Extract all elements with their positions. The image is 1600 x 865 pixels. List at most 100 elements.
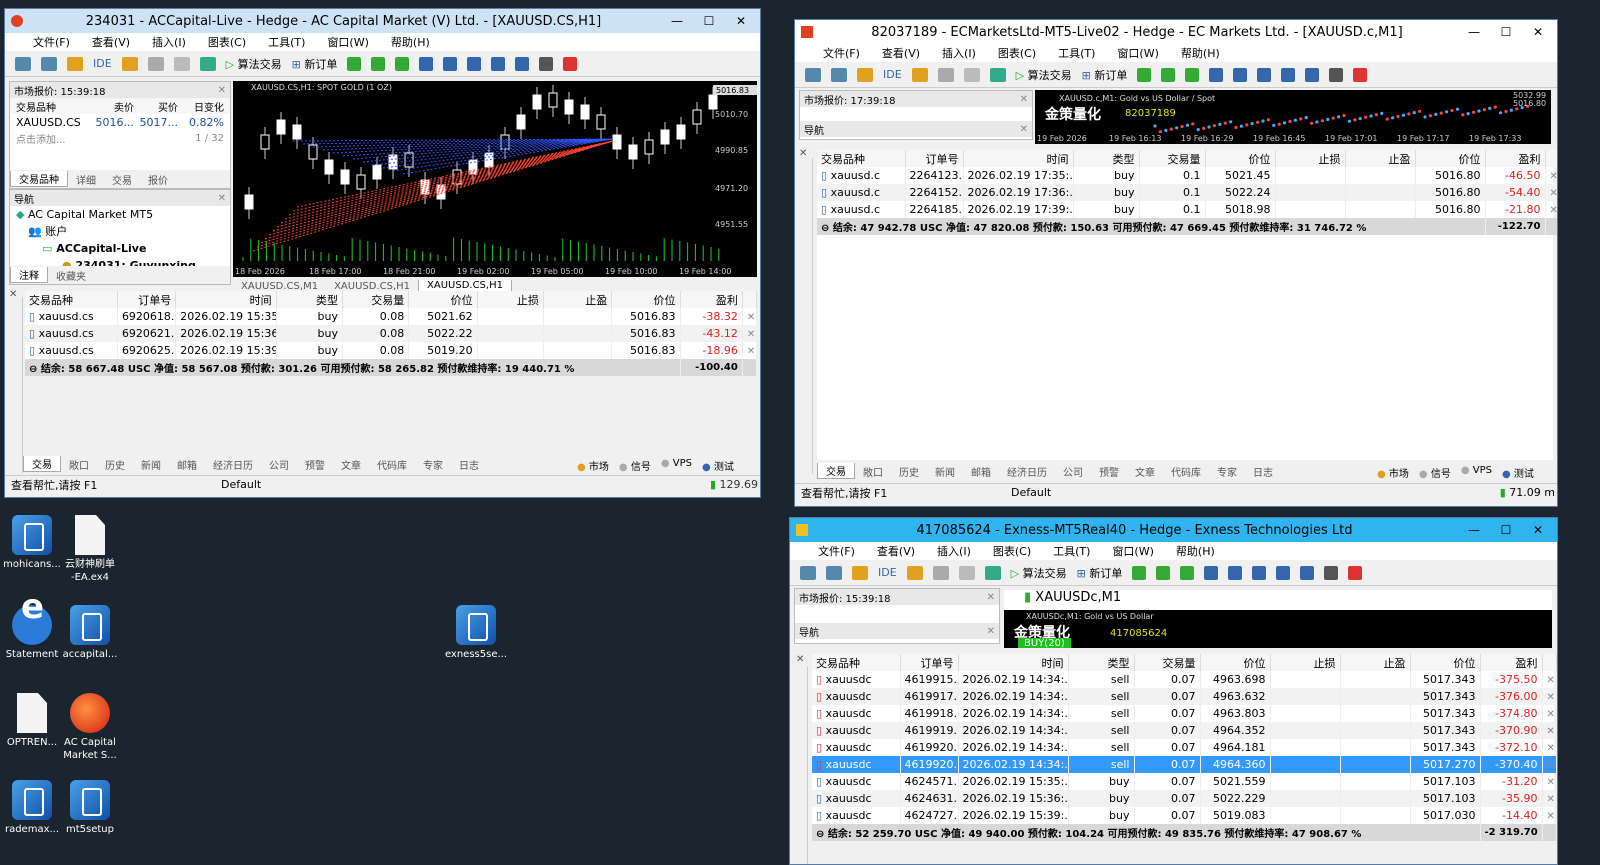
close-position-icon[interactable]: ✕	[1547, 743, 1555, 754]
alert-icon[interactable]	[1353, 67, 1368, 82]
zoom-out-icon[interactable]	[1233, 67, 1248, 82]
table-row[interactable]: ▯ xauusdc4619920...2026.02.19 14:34:...s…	[812, 739, 1557, 756]
toolbox-tab[interactable]: 交易	[817, 463, 855, 479]
globe-icon[interactable]	[989, 67, 1006, 82]
status-vps[interactable]: ● VPS	[661, 458, 692, 473]
menu-item[interactable]: 图表(C)	[208, 34, 246, 50]
zoom-in-icon[interactable]	[1209, 67, 1224, 82]
toolbox-tab[interactable]: 新闻	[133, 457, 169, 472]
desktop-shortcut[interactable]: 云财神刷单 -EA.ex4	[58, 515, 122, 584]
menu-item[interactable]: 文件(F)	[33, 34, 70, 50]
close-position-icon[interactable]: ✕	[1547, 726, 1555, 737]
close-position-icon[interactable]: ✕	[1550, 205, 1558, 216]
menu-item[interactable]: 插入(I)	[152, 34, 186, 50]
tab-common[interactable]: 注释	[10, 267, 48, 283]
column-header[interactable]: 止损	[1270, 654, 1341, 671]
toolbox-tab[interactable]: 公司	[1055, 464, 1091, 479]
toolbox-tab[interactable]: 文章	[333, 457, 369, 472]
close-position-icon[interactable]: ✕	[1547, 777, 1555, 788]
close-button[interactable]: ✕	[1525, 523, 1551, 537]
table-row[interactable]: ▯ xauusd.c2264123...2026.02.19 17:35:...…	[817, 167, 1558, 184]
maximize-button[interactable]: ☐	[696, 14, 722, 28]
search-icon[interactable]	[1324, 565, 1339, 580]
desktop-shortcut[interactable]: mohicans...	[0, 515, 64, 571]
menu-item[interactable]: 插入(I)	[937, 543, 971, 559]
signal-icon[interactable]	[937, 67, 954, 82]
desktop-shortcut[interactable]: rademax...	[0, 780, 64, 836]
new-order-button[interactable]: ⊞ 新订单	[1077, 565, 1123, 581]
line-icon[interactable]	[1185, 67, 1200, 82]
signal-icon[interactable]	[932, 565, 949, 580]
column-header[interactable]: 止损	[1275, 150, 1346, 167]
chart-type-icon[interactable]	[800, 565, 816, 580]
close-position-icon[interactable]: ✕	[1550, 171, 1558, 182]
column-header[interactable]: 价位	[1200, 654, 1271, 671]
close-position-icon[interactable]: ✕	[747, 346, 755, 357]
close-icon[interactable]: ✕	[796, 654, 806, 665]
table-row[interactable]: ▯ xauusd.cs6920625...2026.02.19 15:39:..…	[25, 342, 758, 359]
price-chart[interactable]: XAUUSDc,M1: Gold vs US Dollar 金策量化 41708…	[1004, 610, 1552, 648]
column-header[interactable]: 交易量	[1134, 654, 1201, 671]
table-row[interactable]: ▯ xauusdc4624571...2026.02.19 15:35:...b…	[812, 773, 1557, 790]
price-chart[interactable]: 19 Feb 2026 19 Feb 16:13 19 Feb 16:29 19 Fe…	[1035, 90, 1551, 144]
grid-icon[interactable]	[467, 56, 482, 71]
market-watch-row[interactable]: XAUUSD.CS 5016... 5017... 0.82%	[10, 114, 230, 130]
column-header[interactable]: 交易品种	[817, 150, 906, 167]
toolbox-tab[interactable]: 文章	[1127, 464, 1163, 479]
lock-icon[interactable]	[121, 56, 138, 71]
template-icon[interactable]	[831, 67, 847, 82]
toolbox-tab[interactable]: 历史	[891, 464, 927, 479]
menu-item[interactable]: 查看(V)	[92, 34, 130, 50]
chart-tab[interactable]: XAUUSD.CS,M1	[233, 281, 326, 292]
tab-ticks[interactable]: 报价	[140, 172, 176, 187]
column-header[interactable]: 订单号	[900, 654, 959, 671]
desktop-shortcut[interactable]: Statement	[0, 601, 64, 661]
desktop-shortcut[interactable]: AC Capital Market S...	[58, 693, 122, 762]
column-header[interactable]: 止盈	[1340, 654, 1411, 671]
alert-icon[interactable]	[563, 56, 578, 71]
cloud-icon[interactable]	[963, 67, 980, 82]
column-header[interactable]: 交易品种	[25, 291, 118, 308]
desktop-shortcut[interactable]: mt5setup	[58, 780, 122, 836]
trade-icon[interactable]	[1132, 565, 1147, 580]
search-icon[interactable]	[1329, 67, 1344, 82]
ide-button[interactable]: IDE	[883, 68, 902, 81]
zoom-out-icon[interactable]	[1228, 565, 1243, 580]
new-order-button[interactable]: ⊞ 新订单	[292, 56, 338, 72]
chart-type-icon[interactable]	[805, 67, 821, 82]
algo-trading-button[interactable]: ▷ 算法交易	[1011, 565, 1067, 581]
close-icon[interactable]: ✕	[9, 289, 19, 300]
toolbox-tab[interactable]: 历史	[97, 457, 133, 472]
menu-item[interactable]: 帮助(H)	[391, 34, 430, 50]
autoscroll-icon[interactable]	[1276, 565, 1291, 580]
toolbox-tab[interactable]: 预警	[1091, 464, 1127, 479]
coin-icon[interactable]	[852, 565, 868, 580]
close-icon[interactable]: ✕	[1020, 94, 1028, 105]
table-row[interactable]: ▯ xauusdc4619917...2026.02.19 14:34:...s…	[812, 688, 1557, 705]
table-row[interactable]: ▯ xauusdc4619915...2026.02.19 14:34:...s…	[812, 671, 1557, 688]
column-header[interactable]: 盈利	[1485, 150, 1546, 167]
status-signal[interactable]: ● 信号	[619, 458, 651, 473]
minimize-button[interactable]: —	[1461, 523, 1487, 537]
close-position-icon[interactable]: ✕	[1547, 675, 1555, 686]
close-icon[interactable]: ✕	[987, 626, 995, 637]
template-icon[interactable]	[826, 565, 842, 580]
close-position-icon[interactable]: ✕	[1547, 794, 1555, 805]
close-icon[interactable]: ✕	[218, 85, 226, 96]
globe-icon[interactable]	[199, 56, 216, 71]
menu-item[interactable]: 帮助(H)	[1181, 45, 1220, 61]
toolbox-tab[interactable]: 交易	[23, 456, 61, 472]
tab-trading[interactable]: 交易	[104, 172, 140, 187]
title-bar[interactable]: 234031 - ACCapital-Live - Hedge - AC Cap…	[5, 9, 760, 33]
toolbox-tab[interactable]: 经济日历	[999, 464, 1055, 479]
toolbox-tab[interactable]: 日志	[451, 457, 487, 472]
template-icon[interactable]	[41, 56, 57, 71]
autoscroll-icon[interactable]	[491, 56, 506, 71]
lock-icon[interactable]	[906, 565, 923, 580]
column-header[interactable]: 交易量	[1139, 150, 1206, 167]
column-header[interactable]: 类型	[276, 291, 343, 308]
title-bar[interactable]: 417085624 - Exness-MT5Real40 - Hedge - E…	[790, 518, 1557, 542]
cloud-icon[interactable]	[173, 56, 190, 71]
close-icon[interactable]: ✕	[1020, 124, 1028, 135]
toolbox-tab[interactable]: 敞口	[61, 457, 97, 472]
